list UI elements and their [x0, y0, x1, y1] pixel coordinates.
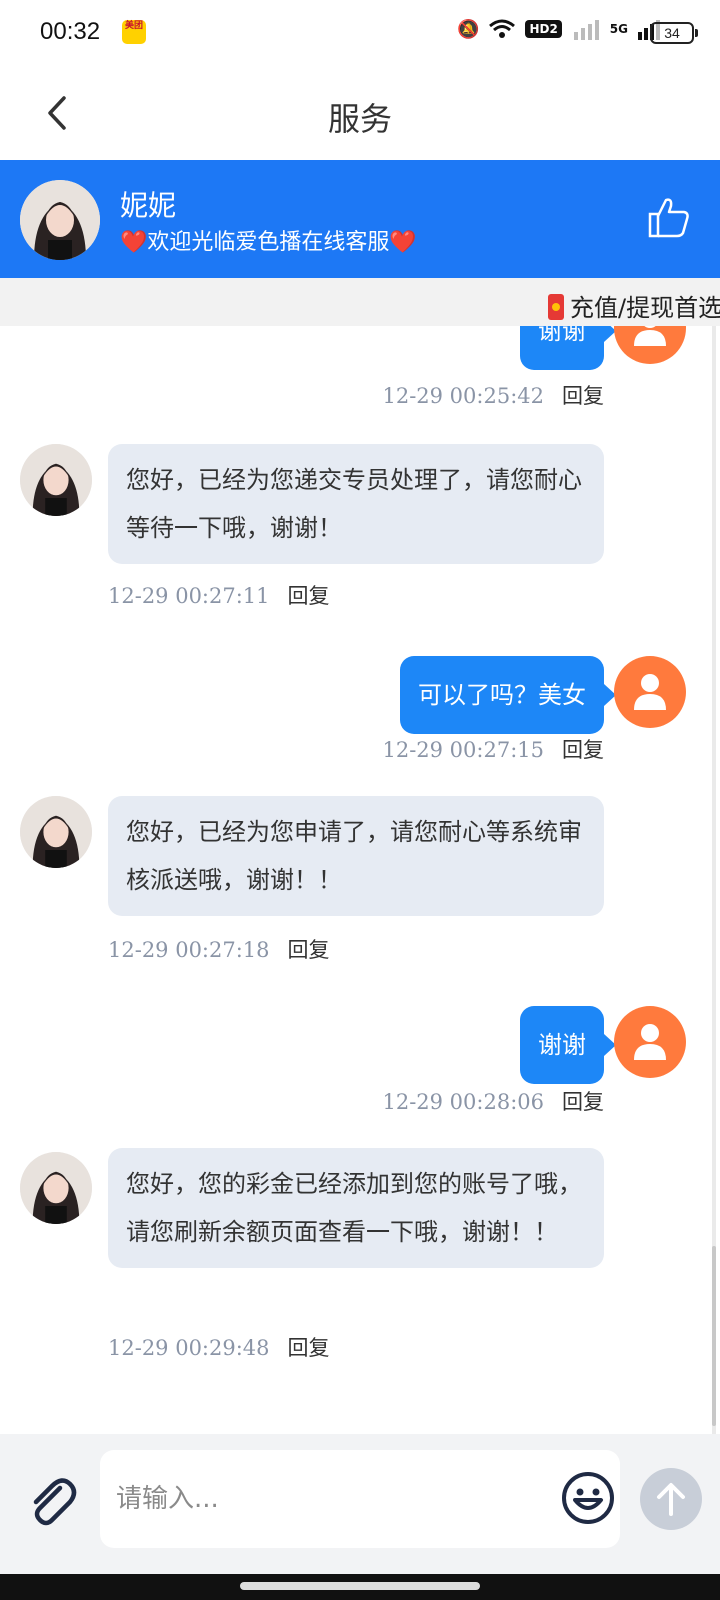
message-time: 12-29 00:27:18 — [108, 938, 270, 962]
scrollbar-thumb[interactable] — [712, 1246, 716, 1426]
message-time: 12-29 00:28:06 — [382, 1090, 544, 1114]
reply-button[interactable]: 回复 — [288, 1336, 330, 1360]
status-time: 00:32 — [40, 18, 101, 45]
title-bar: 服务 — [0, 66, 720, 160]
meituan-app-icon: 美团 — [122, 20, 146, 44]
message-meta: 12-29 00:25:42 回复 — [382, 380, 604, 410]
agent-avatar — [20, 444, 92, 516]
message-meta: 12-29 00:28:06 回复 — [382, 1086, 604, 1116]
system-nav-bar — [0, 1574, 720, 1600]
message-time: 12-29 00:29:48 — [108, 1336, 270, 1360]
message-time: 12-29 00:27:11 — [108, 584, 270, 608]
wifi-icon — [489, 19, 516, 38]
reply-button[interactable]: 回复 — [288, 938, 330, 962]
agent-header: 妮妮 ❤️欢迎光临爱色播在线客服❤️ — [0, 160, 720, 278]
message-meta: 12-29 00:27:11 回复 — [108, 580, 330, 610]
agent-avatar — [20, 180, 100, 260]
agent-avatar — [20, 1152, 92, 1224]
message-time: 12-29 00:27:15 — [382, 738, 544, 762]
signal-icon — [573, 20, 599, 40]
status-icons: 🔕 HD2 5G — [457, 18, 660, 40]
page-title: 服务 — [327, 100, 392, 138]
user-avatar — [614, 326, 686, 364]
user-avatar — [614, 656, 686, 728]
message-time: 12-29 00:25:42 — [382, 384, 544, 408]
send-button[interactable] — [640, 1468, 702, 1530]
thumbs-up-icon[interactable] — [646, 194, 692, 240]
network-type: 5G — [609, 22, 628, 36]
composer-bar — [0, 1434, 720, 1574]
reply-button[interactable]: 回复 — [562, 1090, 604, 1114]
arrow-up-icon — [657, 1483, 685, 1516]
status-bar: 00:32 美团 🔕 HD2 5G 34 — [0, 0, 720, 66]
chat-list[interactable]: 谢谢 12-29 00:25:42 回复 您好，已经为您递交专员处理了，请您耐心等… — [0, 326, 720, 1434]
notice-marquee: 充值/提现首选 — [0, 278, 720, 326]
marquee-text: 充值/提现首选 — [570, 294, 720, 322]
message-meta: 12-29 00:27:15 回复 — [382, 734, 604, 764]
message-meta: 12-29 00:27:18 回复 — [108, 934, 330, 964]
reply-button[interactable]: 回复 — [562, 738, 604, 762]
mute-icon: 🔕 — [457, 18, 480, 40]
agent-subtitle: ❤️欢迎光临爱色播在线客服❤️ — [120, 230, 417, 255]
user-avatar — [614, 1006, 686, 1078]
paperclip-icon[interactable] — [24, 1474, 80, 1530]
hd-icon: HD2 — [525, 20, 562, 38]
agent-message-bubble: 您好，已经为您递交专员处理了，请您耐心等待一下哦，谢谢！ — [108, 444, 604, 564]
agent-message-bubble: 您好，已经为您申请了，请您耐心等系统审核派送哦，谢谢！！ — [108, 796, 604, 916]
reply-button[interactable]: 回复 — [562, 384, 604, 408]
battery-indicator: 34 — [650, 22, 698, 44]
red-packet-icon — [548, 294, 564, 320]
reply-button[interactable]: 回复 — [288, 584, 330, 608]
agent-name: 妮妮 — [120, 189, 177, 222]
user-message-bubble: 可以了吗？美女 — [400, 656, 616, 734]
message-meta: 12-29 00:29:48 回复 — [108, 1332, 330, 1362]
agent-message-bubble: 您好，您的彩金已经添加到您的账号了哦，请您刷新余额页面查看一下哦，谢谢！！ — [108, 1148, 604, 1268]
message-input[interactable] — [100, 1450, 620, 1548]
user-message-bubble: 谢谢 — [520, 326, 616, 370]
agent-avatar — [20, 796, 92, 868]
home-handle[interactable] — [240, 1582, 480, 1590]
emoji-icon[interactable] — [560, 1470, 616, 1526]
user-message-bubble: 谢谢 — [520, 1006, 616, 1084]
